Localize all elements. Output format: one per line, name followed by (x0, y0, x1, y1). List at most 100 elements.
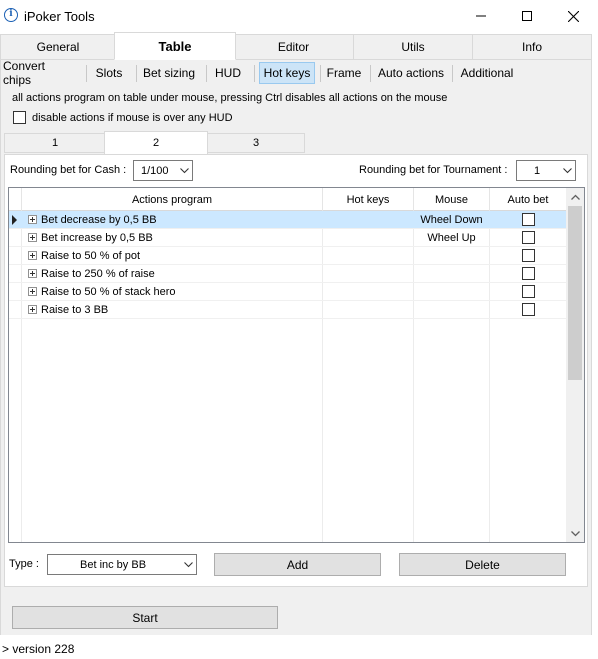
action-name: Raise to 50 % of stack hero (41, 286, 176, 298)
column-actions-program[interactable]: Actions program (22, 188, 323, 211)
rounding-tournament-value: 1 (534, 164, 541, 177)
expand-icon[interactable] (28, 233, 37, 242)
subtab-auto-actions[interactable]: Auto actions (375, 62, 447, 84)
action-hotkey[interactable] (323, 265, 413, 283)
action-mouse[interactable] (414, 265, 489, 283)
close-icon (567, 10, 579, 22)
start-button[interactable]: Start (12, 606, 278, 629)
auto-bet-checkbox[interactable] (522, 303, 535, 316)
main-tab-bar: General Editor Utils Info Table (0, 32, 592, 60)
subtab-separator (136, 65, 137, 82)
table-row[interactable]: Bet increase by 0,5 BB Wheel Up (9, 229, 566, 247)
grid-header: Actions program Hot keys Mouse Auto bet (9, 188, 566, 211)
rounding-cash-value: 1/100 (141, 164, 169, 177)
subtab-bet-sizing[interactable]: Bet sizing (140, 62, 198, 84)
table-row[interactable]: Raise to 250 % of raise (9, 265, 566, 283)
subtab-frame[interactable]: Frame (324, 62, 364, 84)
subtab-separator (320, 65, 321, 82)
action-mouse[interactable]: Wheel Up (414, 229, 489, 247)
tab-general[interactable]: General (0, 34, 116, 60)
type-value: Bet inc by BB (80, 558, 147, 571)
table-row[interactable]: Bet decrease by 0,5 BB Wheel Down (9, 211, 566, 229)
disable-hud-checkbox[interactable] (13, 111, 26, 124)
tab-table[interactable]: Table (114, 32, 236, 60)
auto-bet-checkbox[interactable] (522, 267, 535, 280)
status-bar: > version 228 (0, 638, 598, 659)
tab-info[interactable]: Info (472, 34, 592, 60)
table-row[interactable]: Raise to 3 BB (9, 301, 566, 319)
rounding-tournament-label: Rounding bet for Tournament : (359, 164, 508, 176)
column-auto-bet[interactable]: Auto bet (490, 188, 566, 211)
subtab-separator (206, 65, 207, 82)
maximize-button[interactable] (504, 0, 550, 32)
subtab-additional[interactable]: Additional (457, 62, 517, 84)
expand-icon[interactable] (28, 215, 37, 224)
tab-utils[interactable]: Utils (353, 34, 473, 60)
column-hot-keys[interactable]: Hot keys (323, 188, 414, 211)
chevron-down-icon (559, 167, 575, 174)
grid-scrollbar[interactable] (566, 188, 584, 542)
minimize-icon (476, 15, 486, 17)
table-row[interactable]: Raise to 50 % of pot (9, 247, 566, 265)
subtab-separator (86, 65, 87, 82)
disable-hud-label: disable actions if mouse is over any HUD (32, 112, 233, 124)
rounding-tournament-select[interactable]: 1 (516, 160, 576, 181)
action-mouse[interactable] (414, 283, 489, 301)
minimize-button[interactable] (458, 0, 504, 32)
expand-icon[interactable] (28, 305, 37, 314)
chevron-down-icon (180, 561, 196, 568)
type-select[interactable]: Bet inc by BB (47, 554, 197, 575)
expand-icon[interactable] (28, 251, 37, 260)
scroll-up-icon[interactable] (566, 189, 584, 205)
add-button[interactable]: Add (214, 553, 381, 576)
action-mouse[interactable]: Wheel Down (414, 211, 489, 229)
rounding-cash-label: Rounding bet for Cash : (10, 164, 127, 176)
expand-icon[interactable] (28, 269, 37, 278)
tab-editor[interactable]: Editor (233, 34, 354, 60)
subtab-separator (370, 65, 371, 82)
delete-button[interactable]: Delete (399, 553, 566, 576)
window-title: iPoker Tools (24, 9, 95, 24)
auto-bet-checkbox[interactable] (522, 249, 535, 262)
action-mouse[interactable] (414, 301, 489, 319)
auto-bet-checkbox[interactable] (522, 285, 535, 298)
version-text: > version 228 (2, 642, 75, 656)
column-mouse[interactable]: Mouse (414, 188, 490, 211)
hotkeys-info-text: all actions program on table under mouse… (12, 92, 448, 104)
action-hotkey[interactable] (323, 211, 413, 229)
title-bar: i iPoker Tools (0, 0, 598, 32)
action-hotkey[interactable] (323, 247, 413, 265)
profile-tab-3[interactable]: 3 (207, 133, 305, 153)
actions-grid: Actions program Hot keys Mouse Auto bet … (8, 187, 585, 543)
subtab-convert-chips[interactable]: Convert chips (2, 59, 76, 87)
action-name: Bet increase by 0,5 BB (41, 232, 153, 244)
scroll-down-icon[interactable] (566, 526, 584, 542)
rounding-cash-select[interactable]: 1/100 (133, 160, 193, 181)
auto-bet-checkbox[interactable] (522, 213, 535, 226)
subtab-hud[interactable]: HUD (210, 62, 246, 84)
profile-tab-1[interactable]: 1 (4, 133, 106, 153)
expand-icon[interactable] (28, 287, 37, 296)
row-pointer-icon (12, 215, 17, 225)
subtab-hot-keys[interactable]: Hot keys (259, 62, 315, 84)
subtab-slots[interactable]: Slots (91, 62, 127, 84)
action-name: Raise to 50 % of pot (41, 250, 141, 262)
app-info-icon: i (4, 8, 18, 22)
profile-tab-2[interactable]: 2 (104, 131, 208, 155)
subtab-separator (254, 65, 255, 82)
maximize-icon (522, 11, 532, 21)
action-hotkey[interactable] (323, 301, 413, 319)
row-indicator-header (9, 188, 22, 211)
action-hotkey[interactable] (323, 229, 413, 247)
auto-bet-checkbox[interactable] (522, 231, 535, 244)
action-name: Raise to 250 % of raise (41, 268, 155, 280)
chevron-down-icon (176, 167, 192, 174)
scrollbar-thumb[interactable] (568, 206, 582, 380)
subtab-separator (452, 65, 453, 82)
action-name: Raise to 3 BB (41, 304, 109, 316)
action-mouse[interactable] (414, 247, 489, 265)
action-hotkey[interactable] (323, 283, 413, 301)
table-row[interactable]: Raise to 50 % of stack hero (9, 283, 566, 301)
close-button[interactable] (550, 0, 596, 32)
action-name: Bet decrease by 0,5 BB (41, 214, 157, 226)
